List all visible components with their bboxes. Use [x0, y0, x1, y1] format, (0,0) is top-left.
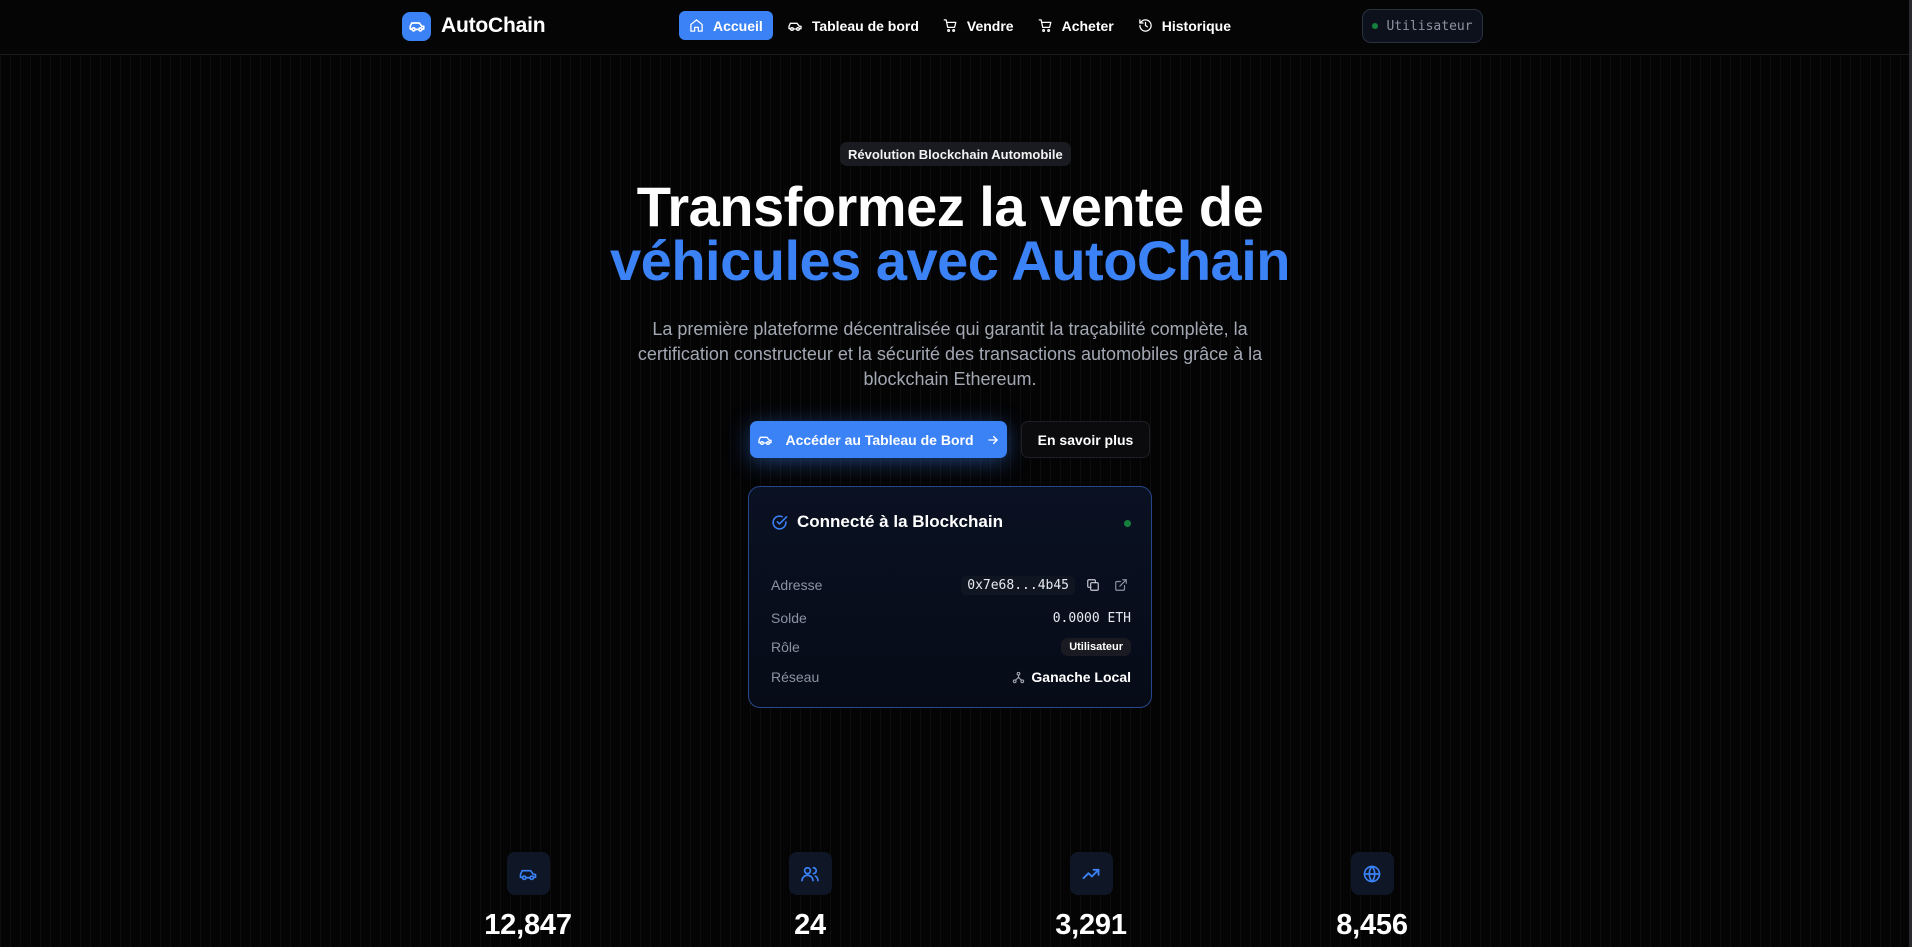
stat-value: 3,291 — [1055, 909, 1127, 941]
network-value: Ganache Local — [1012, 669, 1131, 685]
check-circle-icon — [772, 514, 788, 530]
cart-icon — [1038, 19, 1052, 33]
cart-icon — [943, 19, 957, 33]
page: AutoChain Accueil Tableau de bord Vendre… — [0, 0, 1912, 947]
car-icon — [758, 436, 773, 445]
home-icon — [690, 19, 703, 32]
network-name: Ganache Local — [1031, 669, 1131, 685]
globe-icon — [1350, 852, 1394, 895]
nav-item-label: Acheter — [1061, 17, 1114, 34]
hero-title-line2: véhicules avec AutoChain — [610, 229, 1290, 292]
status-dot — [1372, 23, 1379, 29]
main-nav: Accueil Tableau de bord Vendre Acheter H… — [679, 11, 1241, 40]
users-icon — [788, 852, 832, 895]
network-icon — [1013, 671, 1025, 683]
connection-status-dot — [1124, 520, 1131, 527]
stat-transactions: 3,291 — [1011, 852, 1171, 942]
nav-item-label: Historique — [1161, 17, 1231, 34]
role-row: Rôle Utilisateur — [771, 635, 1131, 659]
copy-icon[interactable] — [1083, 575, 1103, 595]
stat-vehicles: 12,847 — [448, 852, 608, 942]
role-badge: Utilisateur — [1061, 638, 1131, 656]
wallet-balance: 0.0000 ETH — [1052, 610, 1131, 626]
dashboard-button[interactable]: Accéder au Tableau de Bord — [750, 421, 1007, 458]
stat-value: 24 — [794, 909, 826, 941]
hero-description: La première plateforme décentralisée qui… — [637, 319, 1263, 389]
navbar: AutoChain Accueil Tableau de bord Vendre… — [0, 0, 1909, 55]
hero-badge: Révolution Blockchain Automobile — [840, 142, 1071, 166]
balance-row: Solde 0.0000 ETH — [771, 606, 1131, 630]
wallet-card: Connecté à la Blockchain Adresse 0x7e68.… — [748, 486, 1152, 708]
nav-item-tableau-de-bord[interactable]: Tableau de bord — [777, 11, 929, 40]
nav-item-accueil[interactable]: Accueil — [679, 11, 773, 40]
user-role-button[interactable]: Utilisateur — [1362, 9, 1483, 43]
address-row: Adresse 0x7e68...4b45 — [771, 573, 1131, 597]
external-link-icon[interactable] — [1111, 575, 1131, 595]
history-icon — [1139, 19, 1152, 32]
stat-value: 12,847 — [484, 909, 572, 941]
trending-up-icon — [1069, 852, 1113, 895]
nav-item-historique[interactable]: Historique — [1128, 11, 1241, 40]
balance-label: Solde — [771, 610, 807, 626]
stat-users: 24 — [730, 852, 890, 942]
role-label: Rôle — [771, 639, 800, 655]
brand-name: AutoChain — [441, 14, 546, 37]
nav-item-vendre[interactable]: Vendre — [933, 11, 1024, 40]
wallet-address: 0x7e68...4b45 — [961, 575, 1075, 595]
address-label: Adresse — [771, 577, 823, 593]
network-label: Réseau — [771, 669, 820, 685]
stat-global: 8,456 — [1292, 852, 1452, 942]
learn-more-button[interactable]: En savoir plus — [1021, 421, 1150, 458]
user-role-label: Utilisateur — [1386, 18, 1473, 34]
nav-item-label: Vendre — [966, 17, 1014, 34]
car-icon — [402, 11, 431, 41]
wallet-card-header: Connecté à la Blockchain — [771, 511, 1003, 533]
hero-title: Transformez la vente de véhicules avec A… — [0, 175, 1900, 292]
network-row: Réseau Ganache Local — [771, 665, 1131, 689]
wallet-card-title: Connecté à la Blockchain — [797, 512, 1003, 531]
stat-value: 8,456 — [1336, 909, 1408, 941]
nav-item-label: Accueil — [713, 17, 763, 34]
car-icon — [506, 852, 550, 895]
nav-item-acheter[interactable]: Acheter — [1028, 11, 1124, 40]
nav-item-label: Tableau de bord — [811, 17, 919, 34]
car-icon — [788, 22, 802, 31]
dashboard-button-label: Accéder au Tableau de Bord — [785, 431, 974, 448]
hero-title-line1: Transformez la vente de — [636, 175, 1264, 238]
brand[interactable]: AutoChain — [402, 11, 546, 41]
arrow-right-icon — [987, 435, 998, 444]
